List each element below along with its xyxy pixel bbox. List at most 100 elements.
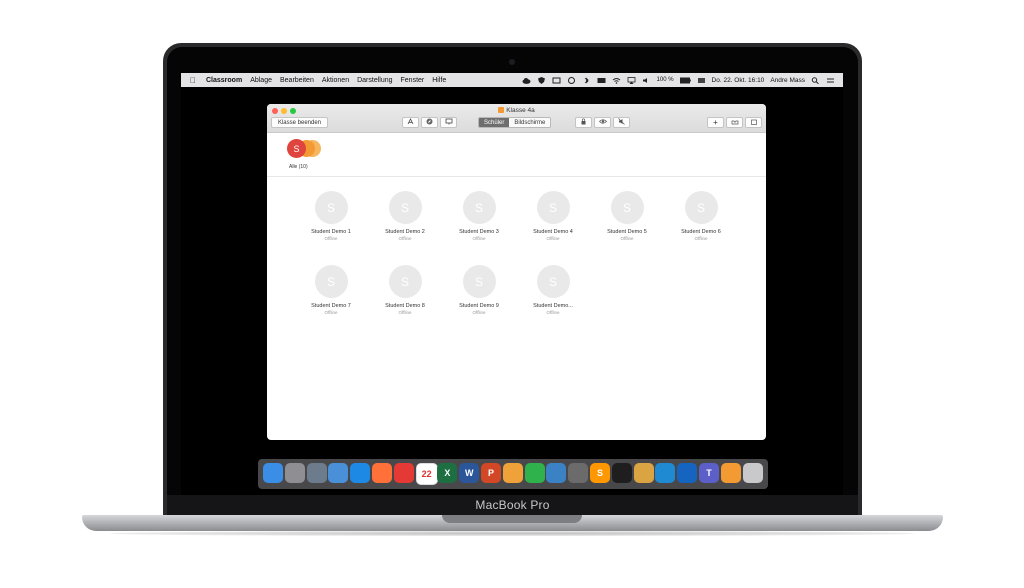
student-status: Offline — [472, 236, 486, 241]
sublime-text-icon[interactable]: S — [590, 463, 610, 483]
battery-icon[interactable] — [679, 77, 691, 84]
terminal-icon[interactable] — [611, 463, 632, 483]
menu-ablage[interactable]: Ablage — [250, 77, 272, 84]
preview-icon[interactable] — [328, 463, 349, 483]
finder-icon[interactable] — [263, 463, 283, 483]
group-all-label[interactable]: Alle (10) — [289, 164, 308, 170]
menu-hilfe[interactable]: Hilfe — [432, 77, 446, 84]
apple-menu-icon[interactable]:  — [190, 76, 202, 85]
student-card[interactable]: S Student Demo 9 Offline — [449, 265, 509, 315]
open-app-button[interactable] — [402, 117, 419, 128]
student-avatar: S — [314, 191, 348, 224]
powerpoint-icon[interactable]: P — [481, 463, 501, 483]
student-card[interactable]: S Student Demo 2 Offline — [375, 191, 435, 241]
system-preferences-icon[interactable] — [284, 463, 305, 483]
chrome-icon[interactable] — [393, 463, 414, 483]
window-title-text: Klasse 4a — [506, 107, 535, 114]
group-all-avatar[interactable]: S — [287, 139, 306, 158]
control-center-icon[interactable] — [826, 77, 835, 84]
battery-percent[interactable]: 100 % — [657, 77, 674, 83]
keyboard-icon[interactable] — [597, 77, 606, 84]
calendar-icon[interactable]: 22 — [415, 463, 438, 485]
student-avatar: S — [388, 191, 422, 224]
display-icon[interactable] — [552, 77, 561, 84]
groups-bar: S Alle (10) — [267, 133, 766, 177]
student-name: Student Demo... — [533, 303, 573, 309]
student-status: Offline — [324, 310, 338, 315]
tab-schueler[interactable]: Schüler — [479, 118, 510, 127]
menu-bar:  Classroom Ablage Bearbeiten Aktionen D… — [181, 73, 843, 87]
student-name: Student Demo 3 — [459, 229, 499, 235]
inbox-button[interactable] — [726, 117, 743, 128]
cloud-icon[interactable] — [522, 77, 531, 84]
share-icon — [750, 118, 758, 127]
add-button[interactable]: + — [707, 117, 724, 128]
plus-icon: + — [713, 118, 718, 127]
vscode-icon[interactable] — [655, 463, 676, 483]
firefox-icon[interactable] — [372, 463, 392, 483]
eye-icon — [598, 118, 607, 127]
word-icon[interactable]: W — [459, 463, 480, 483]
student-name: Student Demo 2 — [385, 229, 425, 235]
time-machine-icon[interactable] — [567, 76, 576, 84]
student-name: Student Demo 9 — [459, 303, 499, 309]
student-status: Offline — [398, 236, 412, 241]
launchpad-icon[interactable] — [306, 463, 327, 483]
pages-icon[interactable] — [502, 463, 523, 483]
spotlight-search-icon[interactable] — [811, 76, 820, 84]
menu-bearbeiten[interactable]: Bearbeiten — [280, 77, 314, 84]
student-name: Student Demo 1 — [311, 229, 351, 235]
teams-icon[interactable]: T — [699, 463, 719, 483]
student-avatar: S — [388, 265, 422, 298]
student-card[interactable]: S Student Demo 3 Offline — [449, 191, 509, 241]
menu-aktionen[interactable]: Aktionen — [322, 77, 349, 84]
window-titlebar: Klasse 4a Klasse beenden Schüler Bildsch… — [267, 104, 766, 133]
maps-pin-icon[interactable] — [677, 463, 698, 483]
navigate-button[interactable] — [421, 117, 438, 128]
notes-app-icon[interactable] — [633, 463, 654, 483]
classroom-title-icon — [498, 107, 505, 113]
student-card[interactable]: S Student Demo 6 Offline — [671, 191, 731, 241]
student-card[interactable]: S Student Demo 7 Offline — [301, 265, 361, 315]
share-button[interactable] — [745, 117, 762, 128]
tray-icon — [731, 118, 739, 127]
student-card[interactable]: S Student Demo 1 Offline — [301, 191, 361, 241]
bluetooth-icon[interactable] — [582, 77, 591, 84]
student-card[interactable]: S Student Demo 4 Offline — [523, 191, 583, 241]
mute-icon — [618, 118, 625, 127]
excel-icon[interactable]: X — [437, 463, 458, 483]
student-card[interactable]: S Student Demo 8 Offline — [375, 265, 435, 315]
mute-button[interactable] — [613, 117, 630, 128]
menubar-datetime[interactable]: Do. 22. Okt. 16:10 — [712, 77, 765, 84]
window-title: Klasse 4a — [267, 107, 766, 114]
lock-button[interactable] — [575, 117, 592, 128]
student-card[interactable]: S Student Demo 5 Offline — [597, 191, 657, 241]
shield-icon[interactable] — [537, 76, 546, 84]
student-card[interactable]: S Student Demo... Offline — [523, 265, 583, 315]
keynote-icon[interactable] — [546, 463, 567, 483]
tab-bildschirme[interactable]: Bildschirme — [509, 118, 551, 127]
wifi-icon[interactable] — [612, 77, 621, 84]
menu-app-name[interactable]: Classroom — [206, 77, 242, 84]
trash-icon[interactable] — [742, 463, 763, 483]
menubar-user[interactable]: Andre Mass — [770, 77, 805, 84]
student-status: Offline — [620, 236, 634, 241]
student-status: Offline — [472, 310, 486, 315]
end-class-button[interactable]: Klasse beenden — [271, 117, 328, 128]
view-segmented-control: Schüler Bildschirme — [478, 117, 552, 128]
flag-icon[interactable] — [697, 77, 706, 84]
safari-icon[interactable] — [350, 463, 371, 483]
menu-fenster[interactable]: Fenster — [401, 77, 425, 84]
student-status: Offline — [546, 310, 560, 315]
classroom-window: Klasse 4a Klasse beenden Schüler Bildsch… — [267, 104, 766, 440]
airplay-icon[interactable] — [627, 76, 636, 84]
menu-darstellung[interactable]: Darstellung — [357, 77, 392, 84]
student-avatar: S — [314, 265, 348, 298]
student-name: Student Demo 7 — [311, 303, 351, 309]
classroom-icon[interactable] — [720, 463, 741, 483]
volume-icon[interactable] — [642, 77, 651, 84]
screenshot-app-icon[interactable] — [568, 463, 589, 483]
view-screen-button[interactable] — [594, 117, 611, 128]
numbers-icon[interactable] — [524, 463, 545, 483]
airplay-view-button[interactable] — [440, 117, 457, 128]
